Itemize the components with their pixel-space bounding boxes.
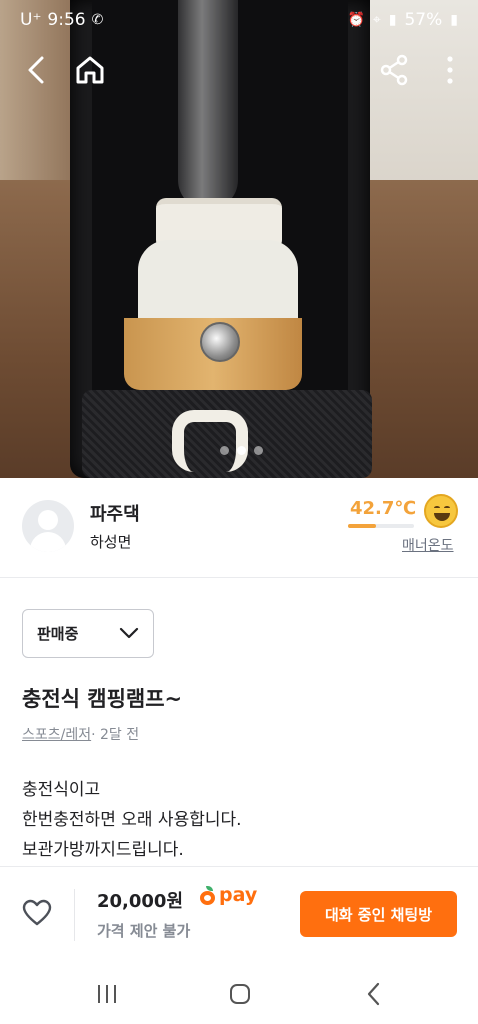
battery-icon: ▮ — [450, 12, 458, 28]
system-back-icon[interactable] — [360, 980, 388, 1008]
negotiation-status: 가격 제안 불가 — [97, 922, 191, 940]
avatar[interactable] — [22, 500, 74, 552]
carousel-dot[interactable] — [220, 446, 229, 455]
clock: 9:56 — [47, 10, 86, 30]
back-icon[interactable] — [18, 52, 54, 88]
alarm-icon: ⏰ — [347, 12, 365, 28]
image-lamp-ring — [172, 410, 248, 472]
price: 20,000원 — [97, 891, 184, 912]
category-link[interactable]: 스포츠/레저 — [22, 727, 91, 743]
manner-temperature-fill — [348, 524, 377, 528]
manner-temperature-link[interactable]: 매너온도 — [402, 535, 454, 555]
notification-icon: ✆ — [91, 12, 104, 28]
recents-icon[interactable] — [93, 980, 121, 1008]
bottom-action-bar: 20,000원 pay 가격 제안 불가 대화 중인 채팅방 — [0, 866, 478, 962]
posted-time: · 2달 전 — [91, 727, 140, 743]
description-line: 충전식이고 — [22, 780, 101, 800]
manner-temperature: 42.7℃ — [350, 498, 417, 519]
product-description: 충전식이고 한번충전하면 오래 사용합니다. 보관가방까지드립니다. — [22, 775, 242, 865]
battery-percent: 57% — [404, 10, 443, 30]
carousel-dot[interactable] — [254, 446, 263, 455]
description-line: 한번충전하면 오래 사용합니다. — [22, 810, 242, 830]
heart-icon[interactable] — [22, 899, 52, 931]
pay-label: pay — [219, 884, 258, 906]
sale-status-value: 판매중 — [37, 625, 79, 643]
share-icon[interactable] — [376, 52, 412, 88]
home-icon[interactable] — [72, 52, 108, 88]
product-meta: 스포츠/레저· 2달 전 — [22, 724, 139, 744]
carousel-dot-active[interactable] — [237, 446, 246, 455]
sale-status-select[interactable]: 판매중 — [22, 609, 154, 658]
pay-badge: pay — [199, 884, 257, 906]
image-lamp-body — [138, 240, 298, 320]
avatar-body — [30, 532, 66, 552]
more-icon[interactable] — [432, 52, 468, 88]
system-home-icon[interactable] — [226, 980, 254, 1008]
product-title: 충전식 캠핑램프~ — [22, 687, 183, 711]
image-carousel-indicator — [220, 446, 263, 455]
seller-region: 하성면 — [90, 533, 132, 551]
status-bar: U⁺ 9:56 ✆ ⏰ ⌖ ▮ 57% ▮ — [0, 0, 478, 40]
description-line: 보관가방까지드립니다. — [22, 840, 184, 860]
location-icon: ⌖ — [372, 12, 381, 28]
pay-logo-icon — [199, 885, 216, 905]
chat-button[interactable]: 대화 중인 채팅방 — [300, 891, 457, 937]
signal-icon: ▮ — [388, 12, 397, 28]
system-navigation-bar — [0, 962, 478, 1024]
chevron-down-icon — [119, 624, 139, 643]
seller-name: 파주댁 — [90, 504, 140, 525]
manner-temperature-bar — [348, 524, 414, 528]
divider — [74, 889, 75, 941]
carrier-label: U⁺ — [20, 10, 42, 30]
smile-emoji-icon — [424, 494, 458, 528]
avatar-head — [38, 510, 58, 530]
seller-profile[interactable]: 파주댁 하성면 42.7℃ 매너온도 — [0, 478, 478, 578]
image-lamp-knob — [200, 322, 240, 362]
